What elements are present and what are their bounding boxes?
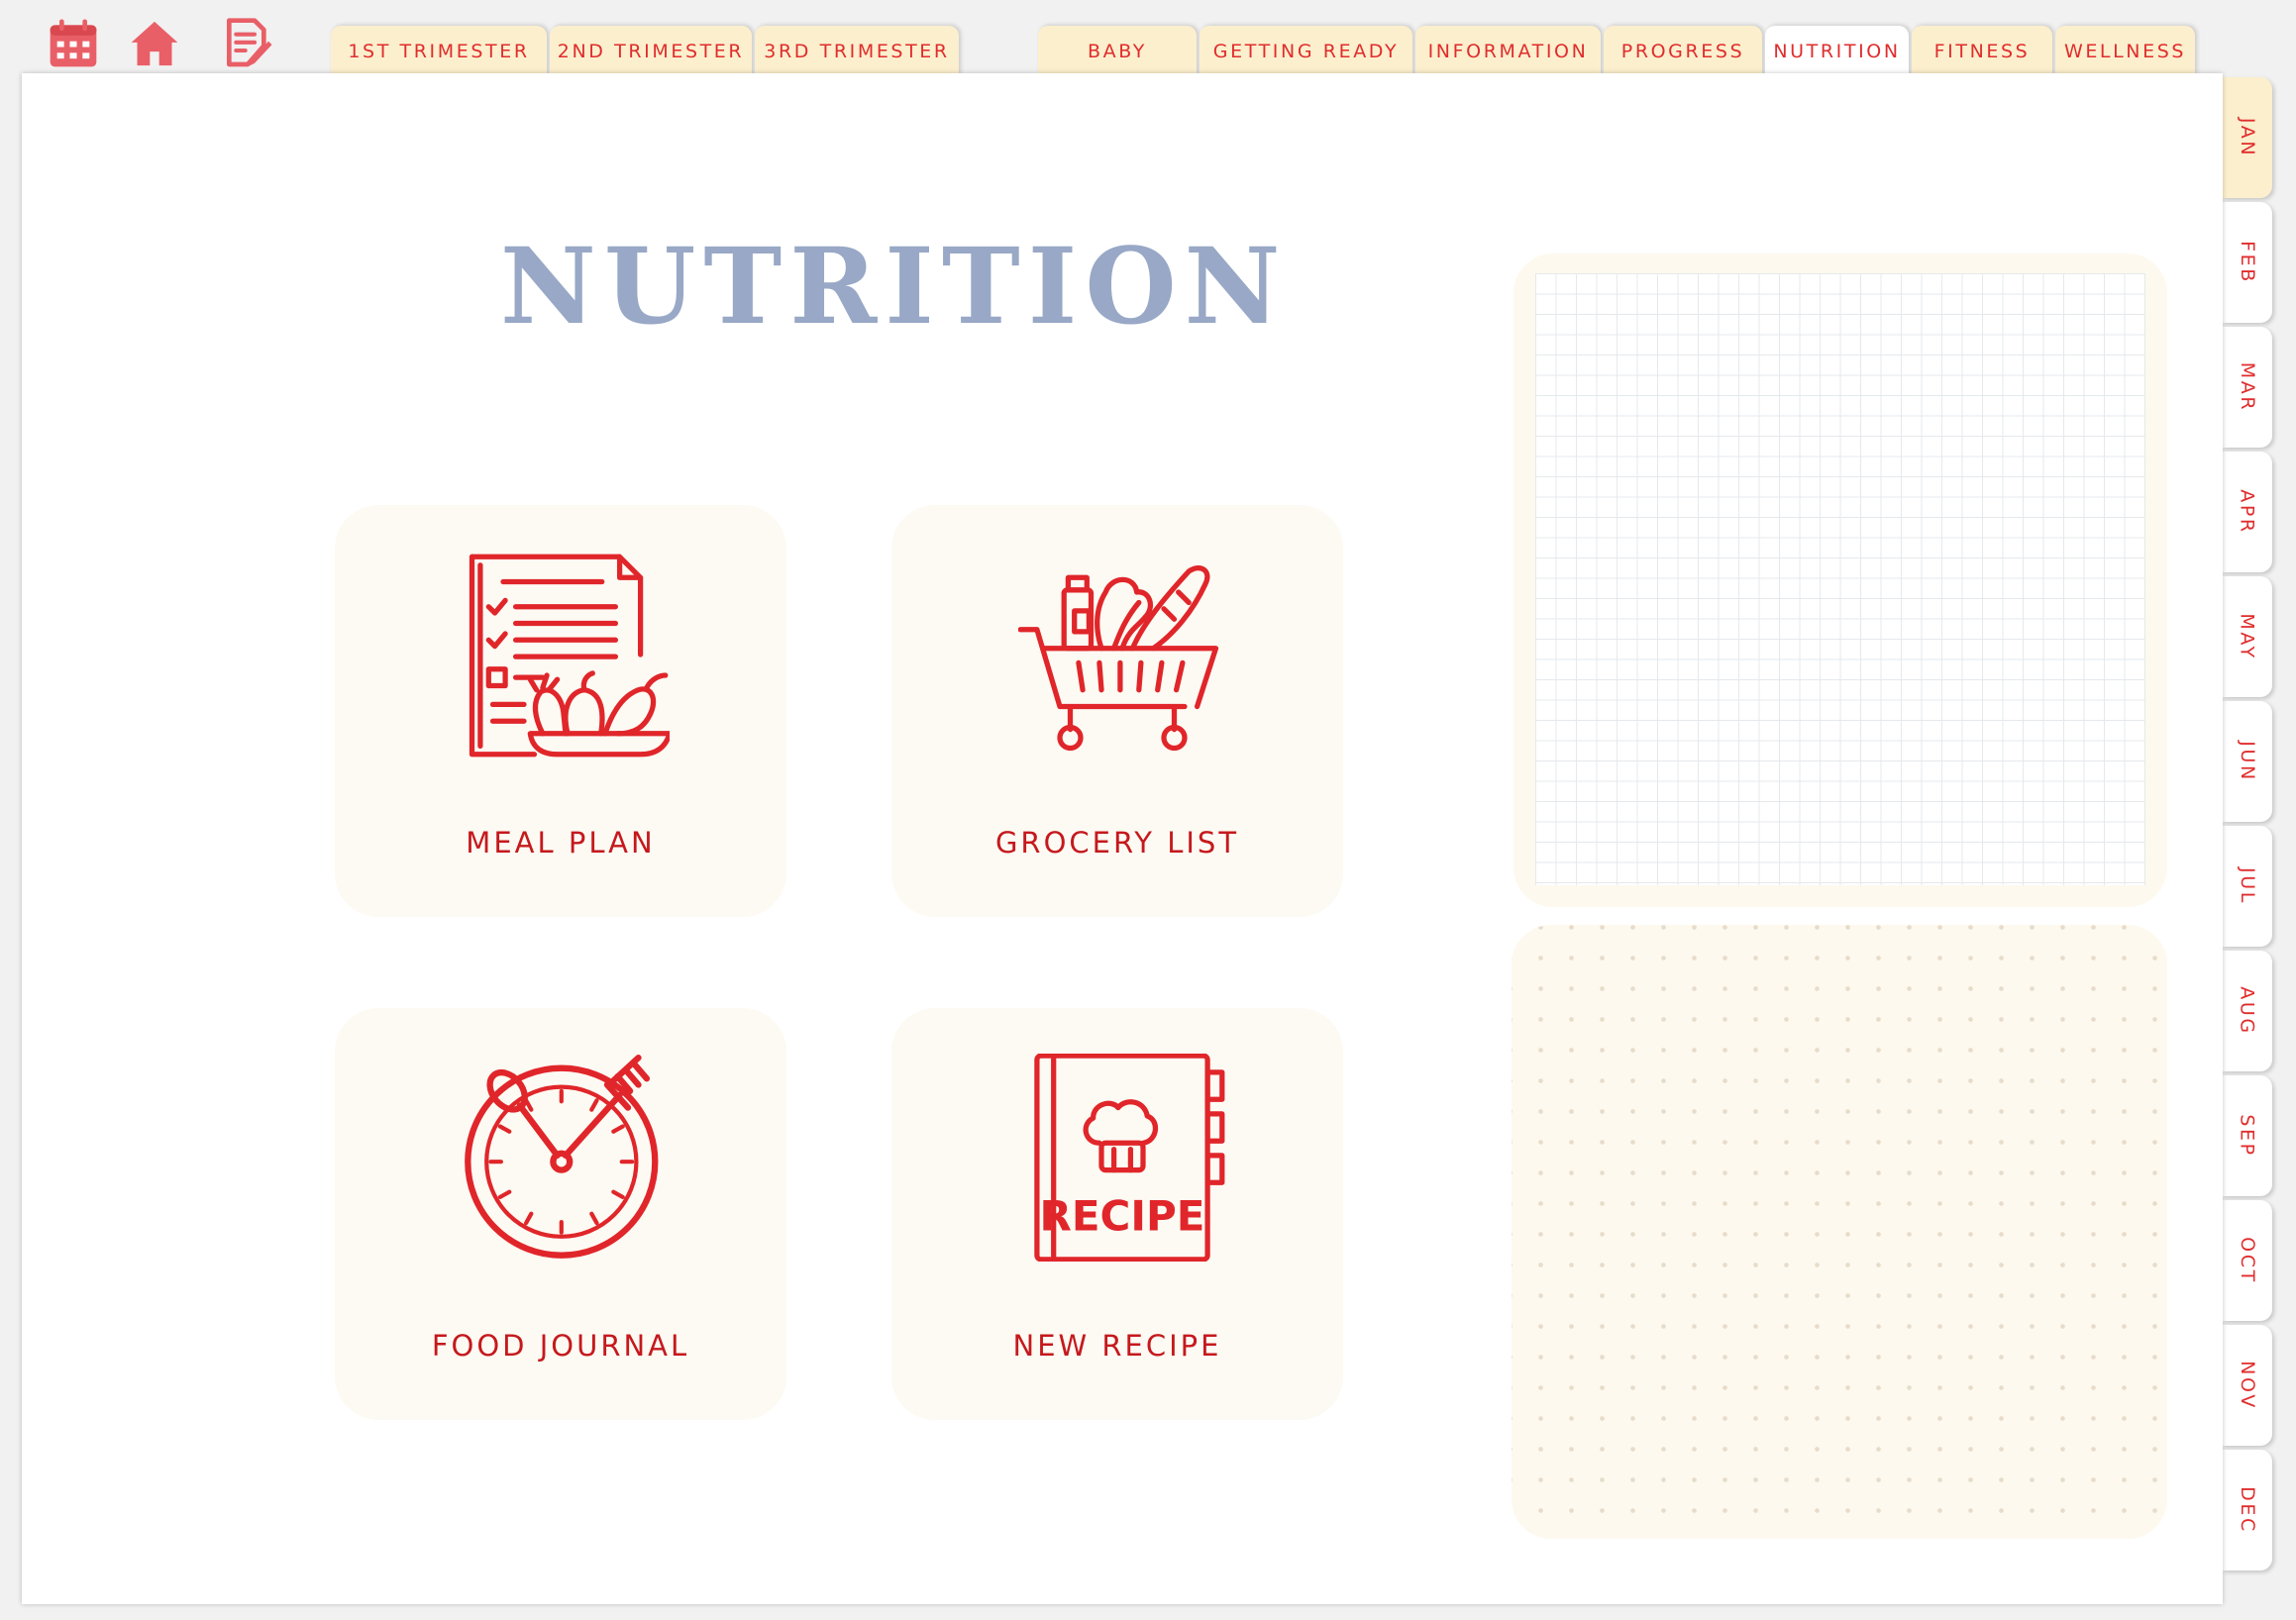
food-journal-label: FOOD JOURNAL: [431, 1329, 690, 1363]
clock-cutlery-icon: [462, 1054, 670, 1262]
trimester-tab-bar: 1ST TRIMESTER 2ND TRIMESTER 3RD TRIMESTE…: [331, 26, 962, 75]
month-tab-jan[interactable]: JAN: [2223, 77, 2272, 198]
tab-progress[interactable]: PROGRESS: [1604, 26, 1762, 75]
recipe-book-icon: RECIPE: [1018, 1054, 1226, 1262]
home-icon[interactable]: [127, 16, 182, 71]
month-tab-jun[interactable]: JUN: [2223, 701, 2272, 822]
tab-wellness[interactable]: WELLNESS: [2055, 26, 2195, 75]
month-tab-dec[interactable]: DEC: [2223, 1450, 2272, 1570]
recipe-book-text: RECIPE: [1040, 1192, 1205, 1241]
grid-notes-box: [1513, 253, 2167, 907]
month-tab-feb[interactable]: FEB: [2223, 202, 2272, 323]
new-recipe-card[interactable]: RECIPE NEW RECIPE: [891, 1008, 1343, 1420]
dot-notes-area[interactable]: [1512, 925, 2167, 1539]
tab-1st-trimester[interactable]: 1ST TRIMESTER: [331, 26, 547, 75]
grocery-list-label: GROCERY LIST: [994, 826, 1240, 860]
meal-plan-card[interactable]: MEAL PLAN: [335, 505, 786, 917]
grocery-list-card[interactable]: GROCERY LIST: [891, 505, 1343, 917]
tab-nutrition[interactable]: NUTRITION: [1765, 26, 1909, 75]
tab-information[interactable]: INFORMATION: [1415, 26, 1601, 75]
month-tab-bar: JAN FEB MAR APR MAY JUN JUL AUG SEP OCT …: [2223, 77, 2272, 1574]
month-tab-mar[interactable]: MAR: [2223, 327, 2272, 448]
food-journal-card[interactable]: FOOD JOURNAL: [335, 1008, 786, 1420]
meal-plan-icon: [462, 551, 670, 759]
month-tab-sep[interactable]: SEP: [2223, 1075, 2272, 1196]
grocery-cart-icon: [1018, 551, 1226, 759]
section-tab-bar: BABY GETTING READY INFORMATION PROGRESS …: [1038, 26, 2198, 75]
month-tab-oct[interactable]: OCT: [2223, 1200, 2272, 1321]
tab-getting-ready[interactable]: GETTING READY: [1200, 26, 1412, 75]
tab-baby[interactable]: BABY: [1038, 26, 1197, 75]
new-recipe-label: NEW RECIPE: [1012, 1329, 1222, 1363]
month-tab-aug[interactable]: AUG: [2223, 951, 2272, 1071]
month-tab-nov[interactable]: NOV: [2223, 1325, 2272, 1446]
page-title: NUTRITION: [500, 224, 1289, 348]
month-tab-apr[interactable]: APR: [2223, 452, 2272, 572]
month-tab-may[interactable]: MAY: [2223, 576, 2272, 697]
grid-notes-area[interactable]: [1535, 273, 2145, 885]
tab-3rd-trimester[interactable]: 3RD TRIMESTER: [755, 26, 959, 75]
tab-fitness[interactable]: FITNESS: [1912, 26, 2052, 75]
month-tab-jul[interactable]: JUL: [2223, 826, 2272, 947]
notes-icon[interactable]: [220, 16, 275, 71]
calendar-icon[interactable]: [46, 16, 101, 71]
tab-2nd-trimester[interactable]: 2ND TRIMESTER: [550, 26, 752, 75]
meal-plan-label: MEAL PLAN: [466, 826, 656, 860]
